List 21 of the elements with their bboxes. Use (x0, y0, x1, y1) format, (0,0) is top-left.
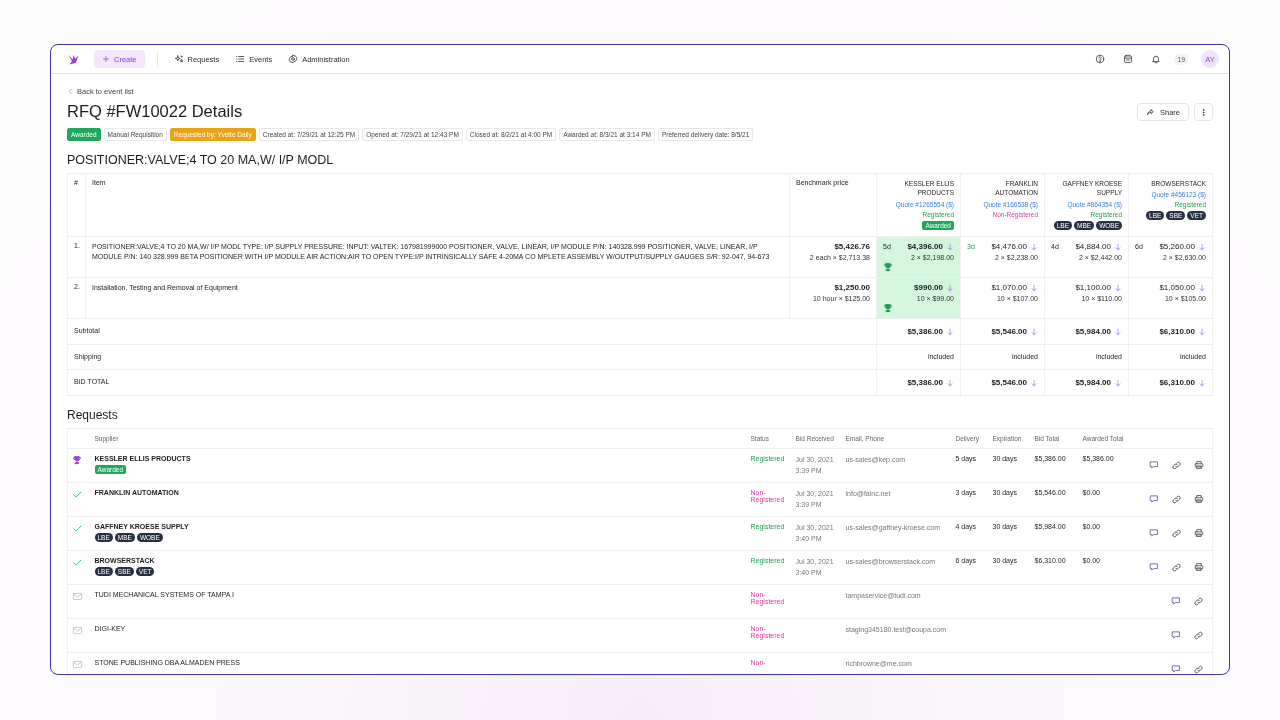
benchmark-total: $1,250.00 (833, 283, 870, 292)
bid-total: $1,100.00 (1075, 283, 1111, 292)
summary-amount: $5,386.00 (907, 327, 943, 336)
section-title: Requests (67, 408, 119, 422)
page-title: RFQ #FW10022 Details (67, 102, 243, 121)
bid-total: $4,396.00 (907, 242, 943, 251)
bid-total: $5,260.00 (1159, 242, 1195, 251)
summary-amount: $5,984.00 (1075, 327, 1111, 336)
benchmark-total: $5,426.76 (833, 242, 870, 251)
summary-amount: $5,984.00 (1075, 378, 1111, 387)
bid-total: $1,050.00 (1159, 283, 1195, 292)
summary-amount: $6,310.00 (1159, 378, 1195, 387)
bid-total: $4,476.00 (991, 242, 1027, 251)
summary-amount: $5,546.00 (991, 327, 1027, 336)
summary-amount: $6,310.00 (1159, 327, 1195, 336)
bid-total: $990.00 (914, 283, 943, 292)
bid-total: $1,070.00 (991, 283, 1027, 292)
summary-amount: $5,386.00 (907, 378, 943, 387)
bid-total: $4,884.00 (1075, 242, 1111, 251)
summary-amount: $5,546.00 (991, 378, 1027, 387)
section-title: POSITIONER:VALVE;4 TO 20 MA,W/ I/P MODL (67, 153, 335, 167)
